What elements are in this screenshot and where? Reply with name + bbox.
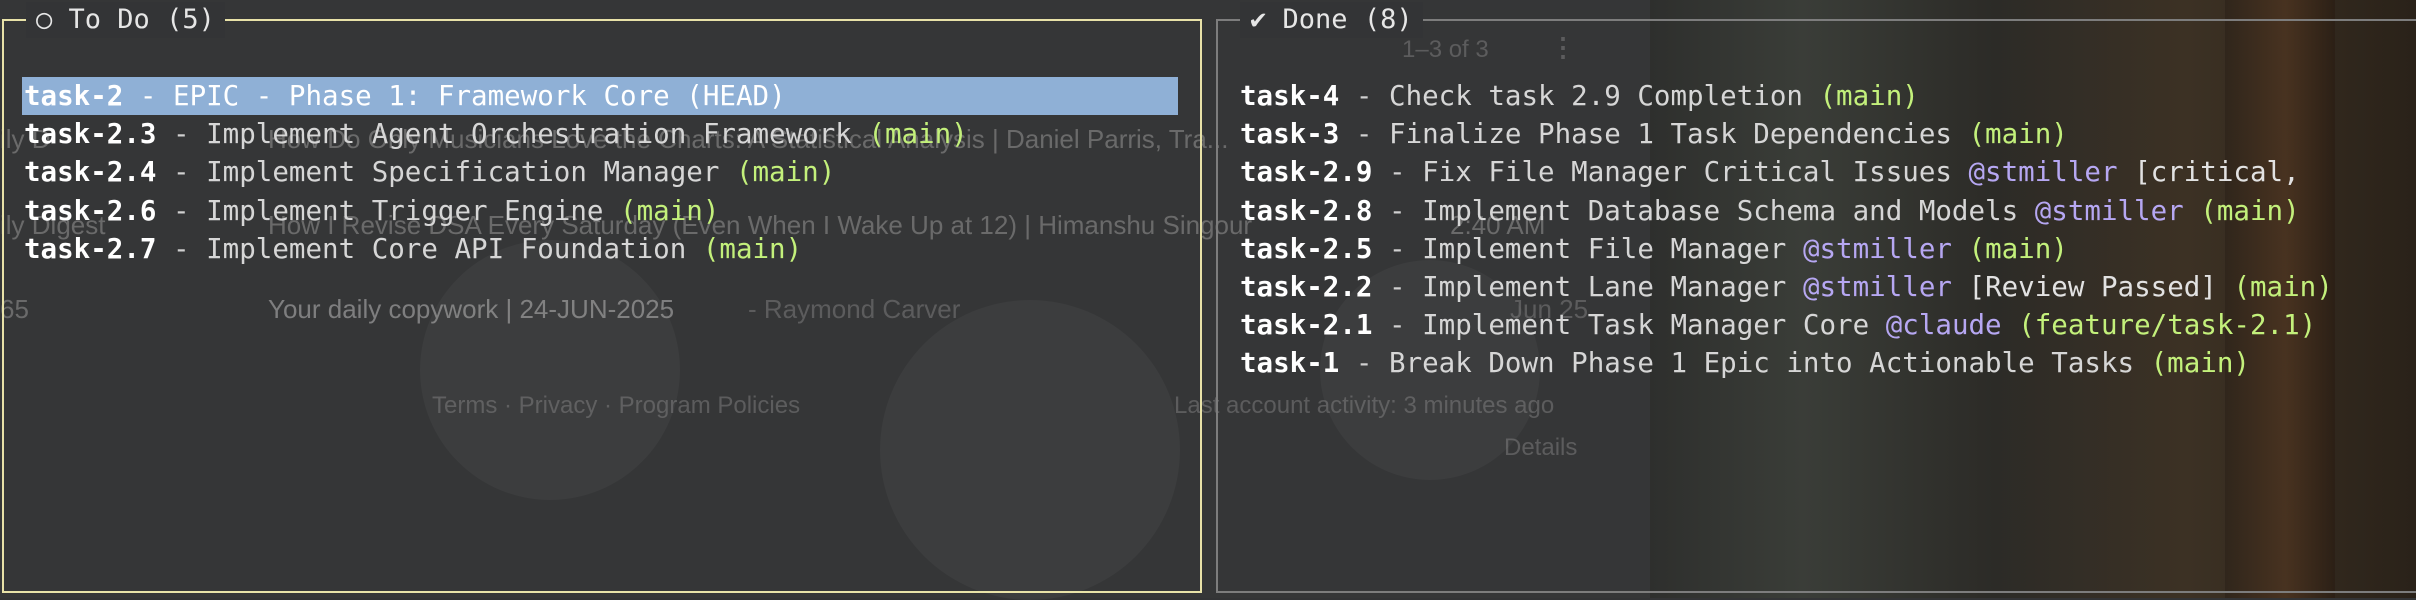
task-id: task-2.6	[24, 194, 157, 227]
task-separator: -	[156, 118, 207, 151]
task-assignee: @claude	[1885, 309, 2002, 342]
task-separator: -	[1372, 194, 1423, 227]
task-id: task-2.4	[24, 156, 157, 189]
task-row[interactable]: task-2.1 - Implement Task Manager Core @…	[1240, 306, 2333, 344]
task-row[interactable]: task-2 - EPIC - Phase 1: Framework Core …	[22, 77, 1178, 116]
task-title: Implement Lane Manager	[1422, 270, 1787, 303]
task-assignee: @stmiller	[1802, 270, 1952, 303]
task-separator: -	[1372, 232, 1423, 265]
done-panel-count: (8)	[1363, 4, 1413, 35]
task-row[interactable]: task-2.6 - Implement Trigger Engine (mai…	[24, 192, 1178, 230]
task-title: Implement Task Manager Core	[1422, 309, 1870, 342]
task-id: task-2.7	[24, 232, 157, 265]
task-row[interactable]: task-1 - Break Down Phase 1 Epic into Ac…	[1240, 344, 2333, 382]
task-id: task-2.2	[1240, 270, 1373, 303]
task-branch: (HEAD)	[686, 80, 786, 112]
task-title: Finalize Phase 1 Task Dependencies	[1389, 118, 1952, 151]
task-separator: -	[156, 194, 207, 227]
task-title: Implement Database Schema and Models	[1422, 194, 2019, 227]
task-row[interactable]: task-2.7 - Implement Core API Foundation…	[24, 230, 1178, 268]
task-separator: -	[156, 232, 207, 265]
task-row[interactable]: task-4 - Check task 2.9 Completion (main…	[1240, 77, 2333, 115]
task-branch: (main)	[735, 156, 836, 189]
task-title: EPIC - Phase 1: Framework Core	[173, 80, 670, 112]
task-separator: -	[1339, 80, 1390, 112]
task-separator: -	[1372, 270, 1423, 303]
task-title: Check task 2.9 Completion	[1389, 80, 1803, 112]
task-separator: -	[156, 156, 207, 189]
task-branch: (main)	[1819, 80, 1919, 112]
task-title: Implement File Manager	[1422, 232, 1787, 265]
task-branch: (main)	[2200, 194, 2300, 227]
task-title: Implement Trigger Engine	[206, 194, 604, 227]
done-panel: ✔ Done (8) task-4 - Check task 2.9 Compl…	[1216, 2, 2416, 593]
task-title: Fix File Manager Critical Issues	[1422, 156, 1952, 189]
task-branch: (main)	[1968, 232, 2068, 265]
task-branch: (main)	[702, 232, 803, 265]
task-assignee: @stmiller	[2034, 194, 2184, 227]
task-row[interactable]: task-2.4 - Implement Specification Manag…	[24, 153, 1178, 191]
todo-panel-label: To Do	[68, 4, 150, 35]
task-row[interactable]: task-2.2 - Implement Lane Manager @stmil…	[1240, 268, 2333, 306]
task-branch: (main)	[2233, 270, 2333, 303]
task-assignee: @stmiller	[1802, 232, 1952, 265]
task-id: task-1	[1240, 347, 1340, 380]
task-separator: -	[1339, 347, 1390, 380]
task-branch: (main)	[1968, 118, 2068, 151]
task-branch: (main)	[868, 118, 968, 151]
task-row[interactable]: task-2.8 - Implement Database Schema and…	[1240, 192, 2333, 230]
todo-panel-count: (5)	[166, 4, 215, 35]
task-separator: -	[1372, 156, 1423, 189]
task-id: task-2.1	[1240, 309, 1373, 342]
task-title: Break Down Phase 1 Epic into Actionable …	[1389, 347, 2135, 380]
task-row[interactable]: task-2.9 - Fix File Manager Critical Iss…	[1240, 153, 2333, 191]
task-labels: [critical,	[2134, 156, 2300, 189]
todo-task-list: task-2 - EPIC - Phase 1: Framework Core …	[22, 77, 1178, 268]
task-id: task-2.8	[1240, 194, 1373, 227]
task-id: task-2	[24, 80, 124, 112]
task-title: Implement Core API Foundation	[206, 232, 687, 265]
task-id: task-2.5	[1240, 232, 1373, 265]
task-separator: -	[1339, 118, 1390, 151]
task-row[interactable]: task-2.5 - Implement File Manager @stmil…	[1240, 230, 2333, 268]
task-row[interactable]: task-3 - Finalize Phase 1 Task Dependenc…	[1240, 115, 2333, 153]
task-row[interactable]: task-2.3 - Implement Agent Orchestration…	[24, 115, 1178, 153]
task-id: task-3	[1240, 118, 1340, 151]
todo-panel: ○ To Do (5) task-2 - EPIC - Phase 1: Fra…	[2, 2, 1202, 593]
task-branch: (main)	[2150, 347, 2250, 380]
task-branch: (feature/task-2.1)	[2018, 309, 2317, 342]
task-title: Implement Agent Orchestration Framework	[206, 118, 852, 151]
done-panel-label: Done	[1282, 4, 1348, 35]
task-id: task-4	[1240, 80, 1340, 112]
task-labels: [Review Passed]	[1968, 270, 2217, 303]
task-separator: -	[1372, 309, 1423, 342]
done-panel-title: ✔ Done (8)	[1240, 2, 1423, 38]
task-separator: -	[123, 80, 174, 112]
done-check-icon: ✔	[1250, 4, 1267, 35]
task-title: Implement Specification Manager	[206, 156, 720, 189]
done-task-list: task-4 - Check task 2.9 Completion (main…	[1240, 77, 2333, 383]
todo-circle-icon: ○	[36, 4, 53, 35]
task-assignee: @stmiller	[1968, 156, 2118, 189]
task-id: task-2.9	[1240, 156, 1373, 189]
task-id: task-2.3	[24, 118, 157, 151]
todo-panel-title: ○ To Do (5)	[26, 2, 225, 38]
task-branch: (main)	[620, 194, 720, 227]
